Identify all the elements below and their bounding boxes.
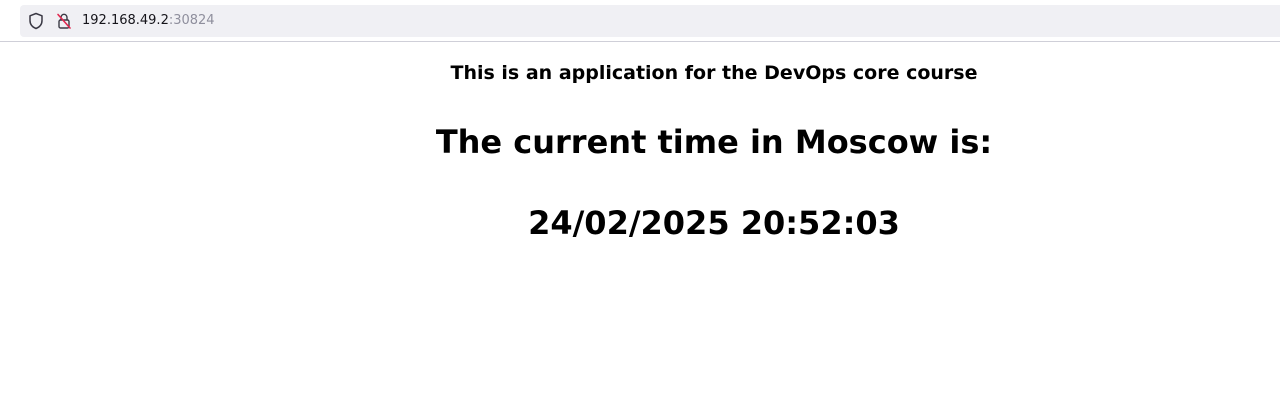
address-bar[interactable]: 192.168.49.2:30824 <box>20 5 1280 37</box>
url-text[interactable]: 192.168.49.2:30824 <box>82 13 215 29</box>
insecure-lock-icon[interactable] <box>56 12 72 30</box>
page-subtitle: This is an application for the DevOps co… <box>450 62 978 84</box>
shield-icon[interactable] <box>28 12 44 30</box>
current-time: 24/02/2025 20:52:03 <box>528 204 900 242</box>
url-port: :30824 <box>168 13 215 28</box>
page-content: This is an application for the DevOps co… <box>0 42 1280 410</box>
browser-toolbar: 192.168.49.2:30824 <box>0 0 1280 42</box>
page-heading: The current time in Moscow is: <box>435 123 993 161</box>
url-host: 192.168.49.2 <box>82 13 169 28</box>
